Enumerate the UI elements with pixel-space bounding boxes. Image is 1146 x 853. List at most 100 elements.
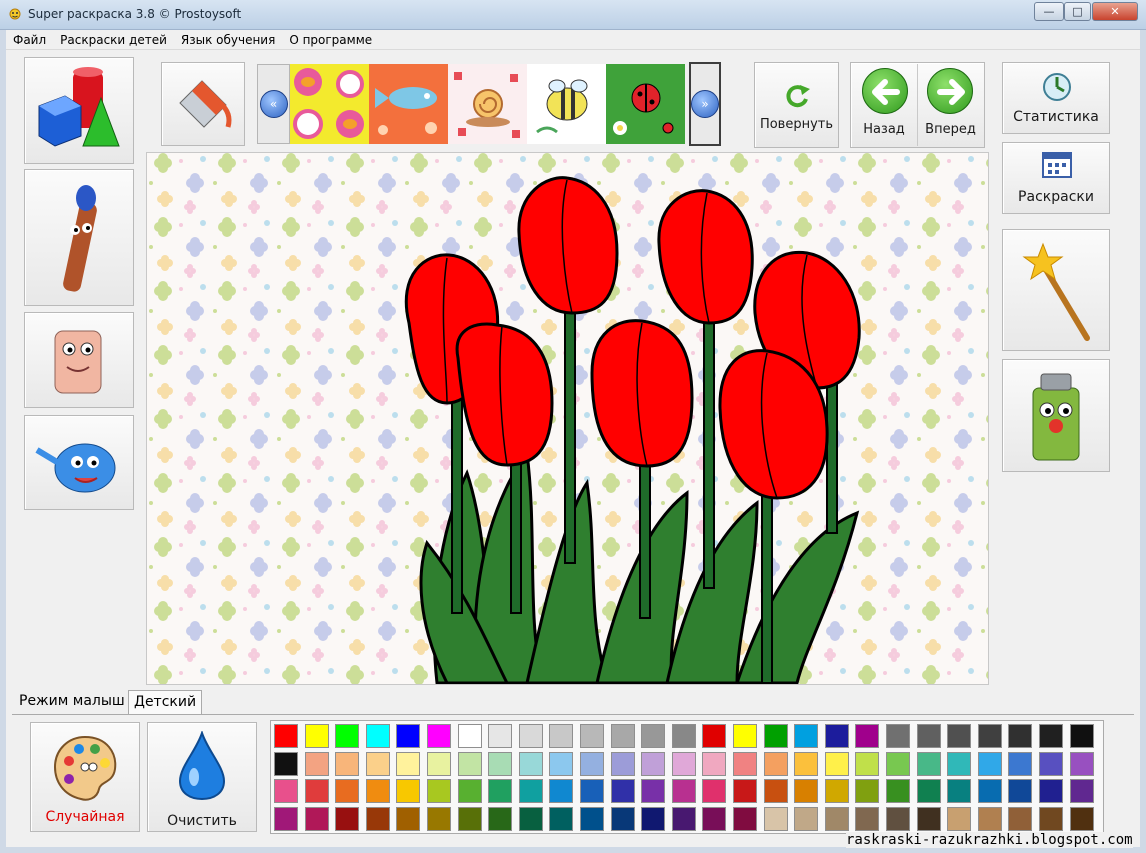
color-swatch[interactable]: [641, 724, 666, 748]
spray-can-button[interactable]: [1002, 359, 1110, 472]
color-swatch[interactable]: [733, 724, 757, 748]
color-swatch[interactable]: [855, 779, 880, 803]
coloring-pages-button[interactable]: Раскраски: [1002, 142, 1110, 214]
color-swatch[interactable]: [427, 806, 451, 831]
color-swatch[interactable]: [947, 806, 972, 831]
color-swatch[interactable]: [335, 779, 360, 803]
color-swatch[interactable]: [457, 724, 482, 748]
color-swatch[interactable]: [580, 724, 604, 748]
color-swatch[interactable]: [488, 751, 513, 776]
thumbnail-fish[interactable]: [369, 64, 448, 144]
color-swatch[interactable]: [1069, 806, 1094, 831]
color-swatch[interactable]: [549, 724, 574, 748]
tab-child-mode[interactable]: Детский: [128, 690, 203, 714]
color-swatch[interactable]: [457, 779, 482, 803]
color-swatch[interactable]: [549, 779, 574, 803]
color-swatch[interactable]: [763, 806, 788, 831]
color-swatch[interactable]: [947, 751, 972, 776]
color-swatch[interactable]: [977, 751, 1002, 776]
thumbnail-ladybug[interactable]: [606, 64, 685, 144]
color-swatch[interactable]: [365, 751, 390, 776]
color-swatch[interactable]: [396, 779, 421, 803]
color-swatch[interactable]: [1069, 724, 1094, 748]
color-swatch[interactable]: [794, 724, 819, 748]
color-swatch[interactable]: [488, 779, 513, 803]
color-swatch[interactable]: [518, 751, 543, 776]
color-swatch[interactable]: [947, 779, 972, 803]
color-swatch[interactable]: [1008, 724, 1033, 748]
color-swatch[interactable]: [916, 806, 941, 831]
minimize-button[interactable]: —: [1034, 2, 1064, 21]
color-swatch[interactable]: [855, 806, 880, 831]
color-swatch[interactable]: [916, 724, 941, 748]
color-swatch[interactable]: [365, 779, 390, 803]
color-swatch[interactable]: [274, 779, 298, 803]
color-swatch[interactable]: [427, 751, 451, 776]
color-swatch[interactable]: [702, 724, 727, 748]
color-swatch[interactable]: [671, 724, 696, 748]
color-swatch[interactable]: [518, 806, 543, 831]
color-swatch[interactable]: [794, 806, 819, 831]
color-swatch[interactable]: [733, 806, 757, 831]
color-swatch[interactable]: [886, 779, 910, 803]
tab-baby-mode[interactable]: Режим малыш: [14, 690, 130, 714]
color-swatch[interactable]: [427, 779, 451, 803]
color-swatch[interactable]: [396, 806, 421, 831]
color-swatch[interactable]: [671, 779, 696, 803]
color-swatch[interactable]: [824, 724, 849, 748]
window-titlebar[interactable]: Super раскраска 3.8 © Prostoysoft — □ ✕: [0, 0, 1146, 30]
statistics-button[interactable]: Статистика: [1002, 62, 1110, 134]
close-button[interactable]: ✕: [1092, 2, 1138, 21]
color-swatch[interactable]: [763, 724, 788, 748]
color-swatch[interactable]: [702, 751, 727, 776]
color-swatch[interactable]: [824, 751, 849, 776]
color-swatch[interactable]: [610, 779, 635, 803]
color-swatch[interactable]: [610, 751, 635, 776]
color-swatch[interactable]: [610, 724, 635, 748]
shapes-tool-button[interactable]: [24, 57, 134, 164]
color-swatch[interactable]: [304, 806, 329, 831]
color-swatch[interactable]: [977, 806, 1002, 831]
color-swatch[interactable]: [304, 724, 329, 748]
coloring-canvas[interactable]: [146, 152, 989, 685]
color-swatch[interactable]: [1039, 724, 1063, 748]
color-swatch[interactable]: [886, 724, 910, 748]
thumbnail-snail[interactable]: [448, 64, 527, 144]
color-swatch[interactable]: [794, 751, 819, 776]
color-swatch[interactable]: [396, 724, 421, 748]
brush-tool-button[interactable]: [24, 169, 134, 306]
color-swatch[interactable]: [763, 779, 788, 803]
menu-language[interactable]: Язык обучения: [174, 33, 282, 47]
color-swatch[interactable]: [824, 806, 849, 831]
color-swatch[interactable]: [365, 806, 390, 831]
color-swatch[interactable]: [457, 751, 482, 776]
color-swatch[interactable]: [1008, 779, 1033, 803]
menu-file[interactable]: Файл: [6, 33, 53, 47]
color-swatch[interactable]: [641, 779, 666, 803]
thumbnail-bees[interactable]: [527, 64, 606, 144]
color-swatch[interactable]: [794, 779, 819, 803]
color-swatch[interactable]: [304, 779, 329, 803]
eraser-tool-button[interactable]: [24, 312, 134, 408]
thumbnail-birds[interactable]: [290, 64, 369, 144]
color-swatch[interactable]: [457, 806, 482, 831]
color-swatch[interactable]: [580, 751, 604, 776]
color-swatch[interactable]: [671, 751, 696, 776]
back-button[interactable]: Назад: [852, 64, 916, 146]
color-swatch[interactable]: [518, 724, 543, 748]
rotate-button[interactable]: Повернуть: [754, 62, 839, 148]
color-swatch[interactable]: [274, 806, 298, 831]
color-swatch[interactable]: [580, 779, 604, 803]
color-swatch[interactable]: [641, 751, 666, 776]
color-swatch[interactable]: [1008, 751, 1033, 776]
color-swatch[interactable]: [488, 724, 513, 748]
forward-button[interactable]: Вперед: [917, 64, 983, 146]
color-swatch[interactable]: [886, 751, 910, 776]
maximize-button[interactable]: □: [1064, 2, 1091, 21]
color-swatch[interactable]: [733, 751, 757, 776]
color-swatch[interactable]: [549, 806, 574, 831]
thumbnails-prev-button[interactable]: «: [257, 64, 290, 144]
color-swatch[interactable]: [488, 806, 513, 831]
color-swatch[interactable]: [702, 779, 727, 803]
color-swatch[interactable]: [274, 724, 298, 748]
